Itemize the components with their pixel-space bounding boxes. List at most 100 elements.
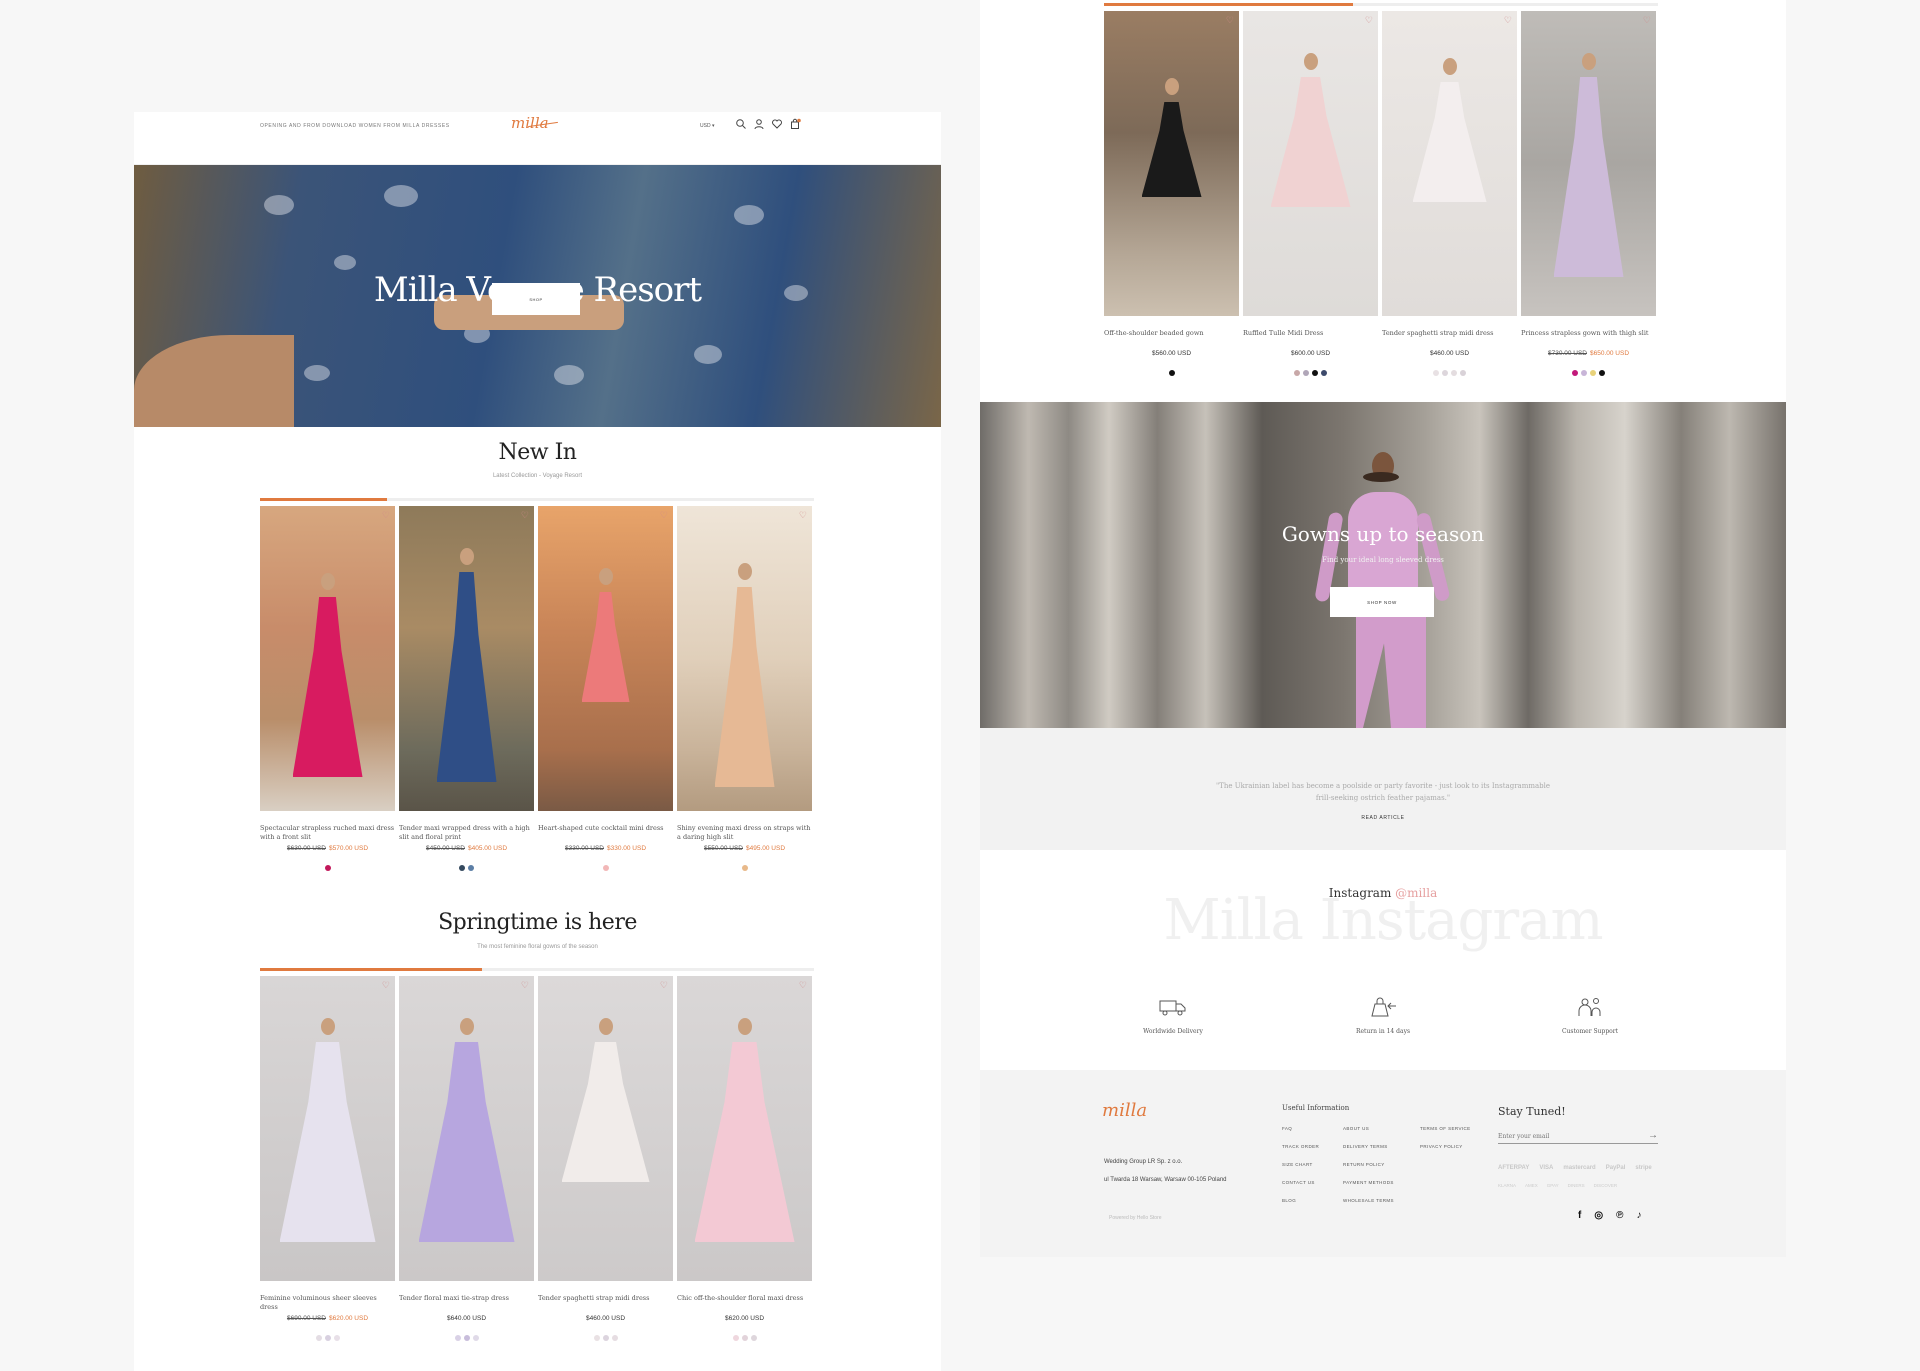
color-swatch[interactable]: [463, 1335, 470, 1341]
product-name[interactable]: Princess strapless gown with thigh slit: [1521, 329, 1656, 348]
heart-icon[interactable]: [771, 118, 783, 130]
product-name[interactable]: Tender spaghetti strap midi dress: [1382, 329, 1517, 348]
product-name[interactable]: Tender spaghetti strap midi dress: [538, 1294, 673, 1313]
product-image[interactable]: ♡: [399, 506, 534, 811]
product-name[interactable]: Ruffled Tulle Midi Dress: [1243, 329, 1378, 348]
color-swatch[interactable]: [1442, 370, 1448, 376]
wishlist-heart-icon[interactable]: ♡: [1504, 15, 1512, 26]
product-name[interactable]: Chic off-the-shoulder floral maxi dress: [677, 1294, 812, 1313]
product-name[interactable]: Tender floral maxi tie-strap dress: [399, 1294, 534, 1313]
color-swatch[interactable]: [1581, 370, 1587, 376]
product-name[interactable]: Off-the-shoulder beaded gown: [1104, 329, 1239, 348]
product-name[interactable]: Feminine voluminous sheer sleeves dress: [260, 1294, 395, 1313]
color-swatch[interactable]: [741, 865, 748, 871]
wishlist-heart-icon[interactable]: ♡: [799, 980, 807, 991]
color-swatch[interactable]: [324, 1335, 331, 1341]
wishlist-heart-icon[interactable]: ♡: [660, 980, 668, 991]
product-image[interactable]: ♡: [260, 976, 395, 1281]
color-swatch[interactable]: [315, 1335, 322, 1341]
wishlist-heart-icon[interactable]: ♡: [521, 510, 529, 521]
hero-shop-button[interactable]: SHOP: [492, 283, 580, 315]
color-swatch[interactable]: [459, 865, 465, 871]
color-swatch[interactable]: [732, 1335, 739, 1341]
product-image[interactable]: ♡: [260, 506, 395, 811]
wishlist-heart-icon[interactable]: ♡: [382, 980, 390, 991]
color-swatch[interactable]: [324, 865, 331, 871]
footer-link[interactable]: PRIVACY POLICY: [1420, 1144, 1490, 1149]
product-card[interactable]: ♡ Off-the-shoulder beaded gown $560.00 USD: [1104, 11, 1239, 376]
new-in-scrollbar[interactable]: [260, 498, 814, 501]
product-card[interactable]: ♡ Chic off-the-shoulder floral maxi dress…: [677, 976, 812, 1341]
product-card[interactable]: ♡ Tender spaghetti strap midi dress $460.0…: [1382, 11, 1517, 376]
product-name[interactable]: Tender maxi wrapped dress with a high sl…: [399, 824, 534, 843]
color-swatch[interactable]: [454, 1335, 461, 1341]
product-image[interactable]: ♡: [399, 976, 534, 1281]
search-icon[interactable]: [735, 118, 747, 130]
product-card[interactable]: ♡ Tender spaghetti strap midi dress $460.0…: [538, 976, 673, 1341]
user-icon[interactable]: [753, 118, 765, 130]
color-swatch[interactable]: [602, 865, 609, 871]
facebook-icon[interactable]: f: [1578, 1210, 1581, 1221]
product-name[interactable]: Spectacular strapless ruched maxi dress …: [260, 824, 395, 843]
footer-link[interactable]: DELIVERY TERMS: [1343, 1144, 1420, 1149]
wishlist-heart-icon[interactable]: ♡: [799, 510, 807, 521]
color-swatch[interactable]: [1168, 370, 1175, 376]
footer-link[interactable]: TERMS OF SERVICE: [1420, 1126, 1490, 1131]
product-card[interactable]: ♡ Shiny evening maxi dress on straps with…: [677, 506, 812, 871]
read-article-link[interactable]: READ ARTICLE: [980, 815, 1786, 821]
product-image[interactable]: ♡: [538, 976, 673, 1281]
product-image[interactable]: ♡: [677, 506, 812, 811]
color-swatch[interactable]: [611, 1335, 618, 1341]
product-image[interactable]: ♡: [1521, 11, 1656, 316]
wishlist-heart-icon[interactable]: ♡: [1226, 15, 1234, 26]
color-swatch[interactable]: [1321, 370, 1327, 376]
footer-link[interactable]: CONTACT US: [1282, 1180, 1343, 1185]
product-card[interactable]: ♡ Tender floral maxi tie-strap dress $640.…: [399, 976, 534, 1341]
product-card[interactable]: ♡ Princess strapless gown with thigh slit…: [1521, 11, 1656, 376]
cart-icon[interactable]: [789, 118, 801, 130]
color-swatch[interactable]: [1599, 370, 1605, 376]
product-card[interactable]: ♡ Ruffled Tulle Midi Dress $600.00 USD: [1243, 11, 1378, 376]
color-swatch[interactable]: [602, 1335, 609, 1341]
currency-selector[interactable]: USD ▾: [700, 123, 714, 129]
footer-link[interactable]: BLOG: [1282, 1198, 1343, 1203]
color-swatch[interactable]: [333, 1335, 340, 1341]
product-image[interactable]: ♡: [677, 976, 812, 1281]
product-image[interactable]: ♡: [538, 506, 673, 811]
product-image[interactable]: ♡: [1382, 11, 1517, 316]
product-card[interactable]: ♡ Tender maxi wrapped dress with a high s…: [399, 506, 534, 871]
product-card[interactable]: ♡ Feminine voluminous sheer sleeves dress…: [260, 976, 395, 1341]
product-name[interactable]: Shiny evening maxi dress on straps with …: [677, 824, 812, 843]
footer-logo[interactable]: milla: [1102, 1100, 1147, 1121]
products-scrollbar[interactable]: [1104, 3, 1658, 6]
color-swatch[interactable]: [750, 1335, 757, 1341]
wishlist-heart-icon[interactable]: ♡: [1365, 15, 1373, 26]
tiktok-icon[interactable]: ♪: [1636, 1210, 1641, 1221]
footer-link[interactable]: FAQ: [1282, 1126, 1343, 1131]
powered-by[interactable]: Powered by Hello Store: [1109, 1215, 1162, 1221]
color-swatch[interactable]: [1294, 370, 1300, 376]
footer-link[interactable]: WHOLESALE TERMS: [1343, 1198, 1420, 1203]
instagram-icon[interactable]: ◎: [1594, 1210, 1603, 1221]
newsletter-email-input[interactable]: [1498, 1130, 1658, 1144]
pinterest-icon[interactable]: ℗: [1616, 1210, 1623, 1221]
product-image[interactable]: ♡: [1104, 11, 1239, 316]
color-swatch[interactable]: [741, 1335, 748, 1341]
springtime-scrollbar[interactable]: [260, 968, 814, 971]
color-swatch[interactable]: [1460, 370, 1466, 376]
footer-link[interactable]: TRACK ORDER: [1282, 1144, 1343, 1149]
color-swatch[interactable]: [1590, 370, 1596, 376]
wishlist-heart-icon[interactable]: ♡: [660, 510, 668, 521]
wishlist-heart-icon[interactable]: ♡: [382, 510, 390, 521]
footer-link[interactable]: RETURN POLICY: [1343, 1162, 1420, 1167]
wishlist-heart-icon[interactable]: ♡: [521, 980, 529, 991]
color-swatch[interactable]: [1451, 370, 1457, 376]
instagram-handle[interactable]: @milla: [1395, 886, 1437, 900]
product-card[interactable]: ♡ Heart-shaped cute cocktail mini dress $3…: [538, 506, 673, 871]
color-swatch[interactable]: [468, 865, 474, 871]
footer-link[interactable]: ABOUT US: [1343, 1126, 1420, 1131]
color-swatch[interactable]: [1303, 370, 1309, 376]
product-card[interactable]: ♡ Spectacular strapless ruched maxi dress…: [260, 506, 395, 871]
color-swatch[interactable]: [472, 1335, 479, 1341]
color-swatch[interactable]: [1433, 370, 1439, 376]
